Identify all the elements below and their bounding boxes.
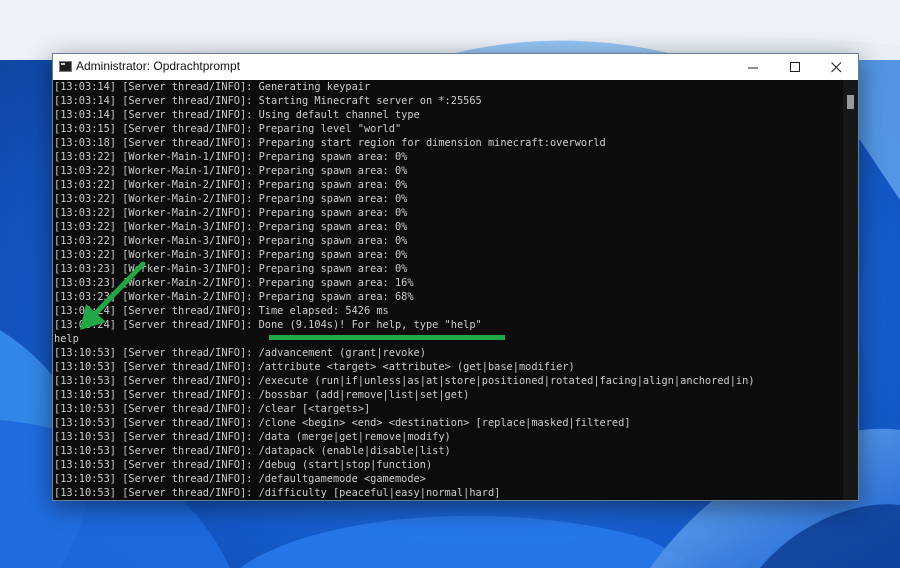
console-line: [13:03:22] [Worker-Main-3/INFO]: Prepari… (54, 235, 408, 247)
console-line: [13:10:53] [Server thread/INFO]: /datapa… (54, 445, 451, 457)
console-line: [13:03:14] [Server thread/INFO]: Generat… (54, 81, 371, 93)
console-line: [13:10:53] [Server thread/INFO]: /attrib… (54, 361, 575, 373)
console-line: [13:10:53] [Server thread/INFO]: /defaul… (54, 473, 426, 485)
command-prompt-window: Administrator: Opdrachtprompt [13:03:14]… (52, 53, 859, 501)
console-line: help (54, 333, 79, 345)
console-line: [13:10:53] [Server thread/INFO]: /execut… (54, 375, 755, 387)
close-button[interactable] (816, 54, 856, 80)
close-icon (830, 61, 841, 72)
console-line: [13:03:14] [Server thread/INFO]: Using d… (54, 109, 420, 121)
console-line: [13:03:22] [Worker-Main-1/INFO]: Prepari… (54, 165, 408, 177)
minimize-button[interactable] (733, 54, 773, 80)
console-line: [13:03:23] [Worker-Main-2/INFO]: Prepari… (54, 291, 414, 303)
minimize-icon (747, 67, 758, 68)
console-line: [13:03:23] [Worker-Main-2/INFO]: Prepari… (54, 277, 414, 289)
cmd-icon (59, 61, 72, 72)
console-line: [13:10:53] [Server thread/INFO]: /diffic… (54, 487, 501, 499)
console-line: [13:10:53] [Server thread/INFO]: /clear … (54, 403, 371, 415)
console-line: [13:03:22] [Worker-Main-3/INFO]: Prepari… (54, 249, 408, 261)
console-line: [13:10:53] [Server thread/INFO]: /bossba… (54, 389, 470, 401)
console-line: [13:10:53] [Server thread/INFO]: /advanc… (54, 347, 426, 359)
maximize-button[interactable] (775, 54, 815, 80)
vertical-scrollbar[interactable] (843, 80, 858, 500)
console-line: [13:03:14] [Server thread/INFO]: Startin… (54, 95, 482, 107)
console-line: [13:03:23] [Worker-Main-3/INFO]: Prepari… (54, 263, 408, 275)
maximize-icon (789, 61, 800, 72)
console-line: [13:03:22] [Worker-Main-2/INFO]: Prepari… (54, 193, 408, 205)
window-title: Administrator: Opdrachtprompt (76, 59, 241, 73)
console-line: [13:03:22] [Worker-Main-3/INFO]: Prepari… (54, 221, 408, 233)
console-line: [13:03:18] [Server thread/INFO]: Prepari… (54, 137, 606, 149)
console-line: [13:10:53] [Server thread/INFO]: /clone … (54, 417, 631, 429)
console-line: [13:03:24] [Server thread/INFO]: Done (9… (54, 319, 482, 331)
scrollbar-thumb[interactable] (847, 95, 854, 109)
console-line: [13:03:15] [Server thread/INFO]: Prepari… (54, 123, 402, 135)
done-line-highlight (269, 335, 505, 340)
console-line: [13:03:24] [Server thread/INFO]: Time el… (54, 305, 389, 317)
console-line: [13:03:22] [Worker-Main-2/INFO]: Prepari… (54, 207, 408, 219)
console-line: [13:10:53] [Server thread/INFO]: /data (… (54, 431, 451, 443)
console-line: [13:10:53] [Server thread/INFO]: /debug … (54, 459, 433, 471)
console-line: [13:03:22] [Worker-Main-2/INFO]: Prepari… (54, 179, 408, 191)
title-bar[interactable]: Administrator: Opdrachtprompt (53, 54, 858, 80)
console-line: [13:03:22] [Worker-Main-1/INFO]: Prepari… (54, 151, 408, 163)
console-output[interactable]: [13:03:14] [Server thread/INFO]: Generat… (53, 80, 843, 500)
